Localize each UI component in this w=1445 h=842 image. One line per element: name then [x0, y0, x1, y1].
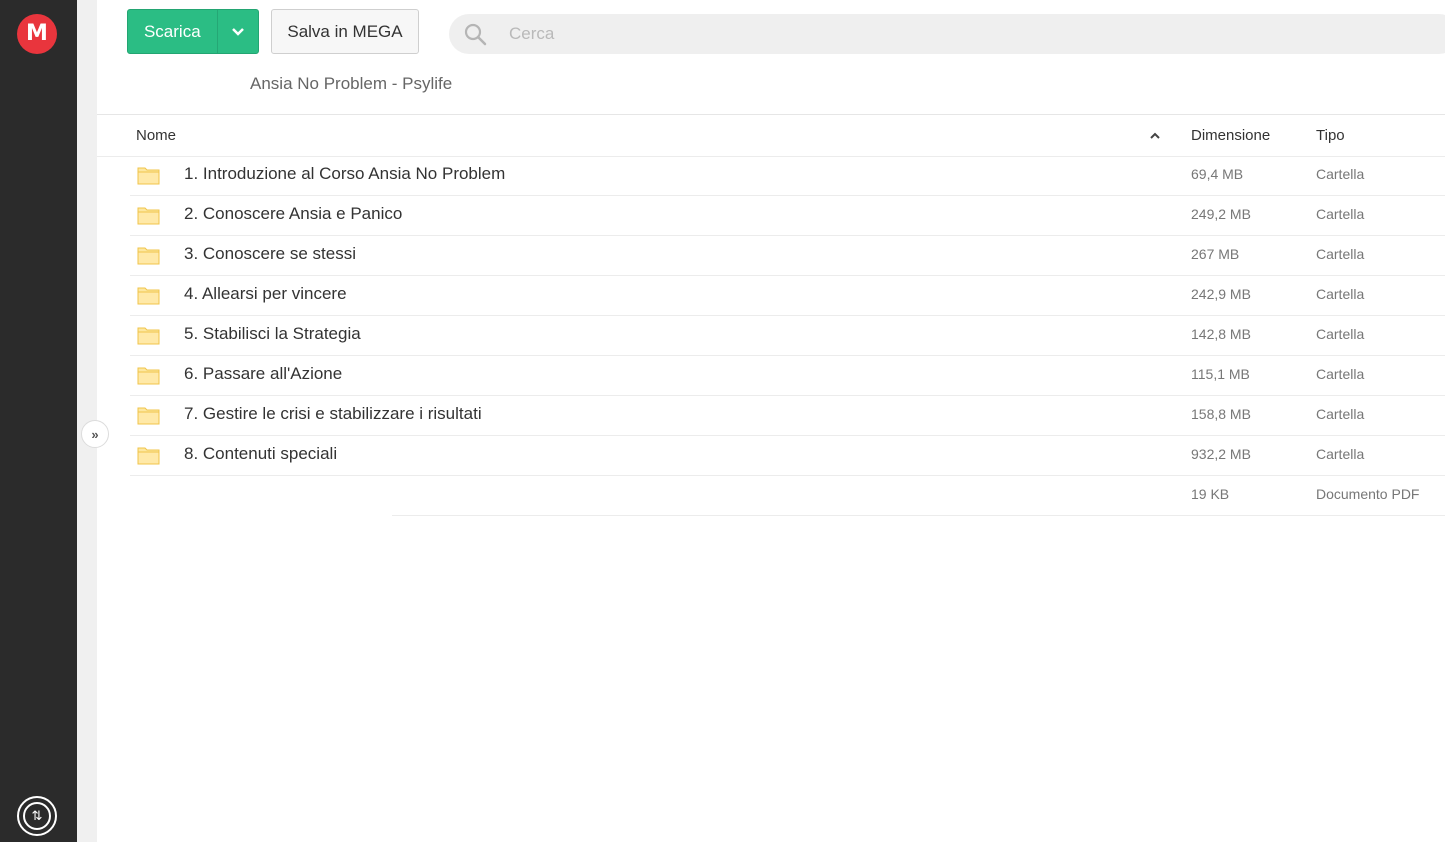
row-size: 267 MB — [1191, 246, 1240, 262]
row-size: 242,9 MB — [1191, 286, 1251, 302]
search-icon — [464, 23, 487, 46]
row-type: Cartella — [1316, 406, 1365, 422]
row-name: 4. Allearsi per vincere — [184, 284, 347, 303]
row-size: 932,2 MB — [1191, 446, 1251, 462]
table-row[interactable]: 5. Stabilisci la Strategia 142,8 MB Cart… — [0, 316, 1445, 356]
row-name: 2. Conoscere Ansia e Panico — [184, 204, 403, 223]
folder-icon — [137, 447, 160, 465]
breadcrumb[interactable]: Ansia No Problem - Psylife — [250, 74, 452, 94]
search-input[interactable] — [509, 22, 1309, 46]
row-type: Cartella — [1316, 286, 1365, 302]
table-row[interactable]: 6. Passare all'Azione 115,1 MB Cartella — [0, 356, 1445, 396]
row-size: 142,8 MB — [1191, 326, 1251, 342]
search-bar — [449, 14, 1445, 54]
row-type: Cartella — [1316, 206, 1365, 222]
row-name: 3. Conoscere se stessi — [184, 244, 356, 263]
folder-icon — [137, 167, 160, 185]
row-type: Cartella — [1316, 326, 1365, 342]
download-button[interactable]: Scarica — [127, 9, 259, 54]
table-row[interactable]: 8. Contenuti speciali 932,2 MB Cartella — [0, 436, 1445, 476]
row-name: 6. Passare all'Azione — [184, 364, 343, 383]
column-header-name[interactable]: Nome — [136, 127, 176, 144]
row-size: 115,1 MB — [1191, 366, 1250, 382]
folder-icon — [137, 287, 160, 305]
chevron-down-icon[interactable] — [216, 10, 258, 53]
folder-icon — [137, 207, 160, 225]
download-label: Scarica — [143, 21, 201, 41]
column-header-size[interactable]: Dimensione — [1191, 127, 1270, 144]
row-type: Documento PDF — [1316, 486, 1420, 502]
folder-icon — [137, 327, 160, 345]
row-name: 7. Gestire le crisi e stabilizzare i ris… — [184, 404, 482, 423]
file-list: 1. Introduzione al Corso Ansia No Proble… — [0, 156, 1445, 516]
table-row[interactable]: 19 KB Documento PDF — [0, 476, 1445, 516]
table-row[interactable]: 1. Introduzione al Corso Ansia No Proble… — [0, 156, 1445, 196]
logo-letter: M — [26, 21, 48, 46]
mega-logo[interactable]: M — [17, 14, 57, 54]
table-row[interactable]: 2. Conoscere Ansia e Panico 249,2 MB Car… — [0, 196, 1445, 236]
folder-icon — [137, 247, 160, 265]
transfers-icon[interactable]: ⇅ — [17, 796, 57, 836]
row-size: 69,4 MB — [1191, 166, 1244, 182]
row-type: Cartella — [1316, 446, 1365, 462]
row-type: Cartella — [1316, 166, 1365, 182]
row-name: 8. Contenuti speciali — [184, 444, 338, 463]
row-name: 1. Introduzione al Corso Ansia No Proble… — [184, 164, 506, 183]
row-type: Cartella — [1316, 366, 1365, 382]
folder-icon — [137, 407, 160, 425]
table-row[interactable]: 7. Gestire le crisi e stabilizzare i ris… — [0, 396, 1445, 436]
save-to-mega-button[interactable]: Salva in MEGA — [271, 9, 419, 54]
column-header-type[interactable]: Tipo — [1316, 127, 1345, 144]
folder-icon — [137, 367, 160, 385]
row-type: Cartella — [1316, 246, 1365, 262]
row-name: 5. Stabilisci la Strategia — [184, 324, 361, 343]
divider — [97, 114, 1445, 115]
sort-ascending-icon[interactable] — [1149, 130, 1161, 142]
row-size: 249,2 MB — [1191, 206, 1251, 222]
table-row[interactable]: 4. Allearsi per vincere 242,9 MB Cartell… — [0, 276, 1445, 316]
row-size: 158,8 MB — [1191, 406, 1251, 422]
table-row[interactable]: 3. Conoscere se stessi 267 MB Cartella — [0, 236, 1445, 276]
row-size: 19 KB — [1191, 486, 1230, 502]
